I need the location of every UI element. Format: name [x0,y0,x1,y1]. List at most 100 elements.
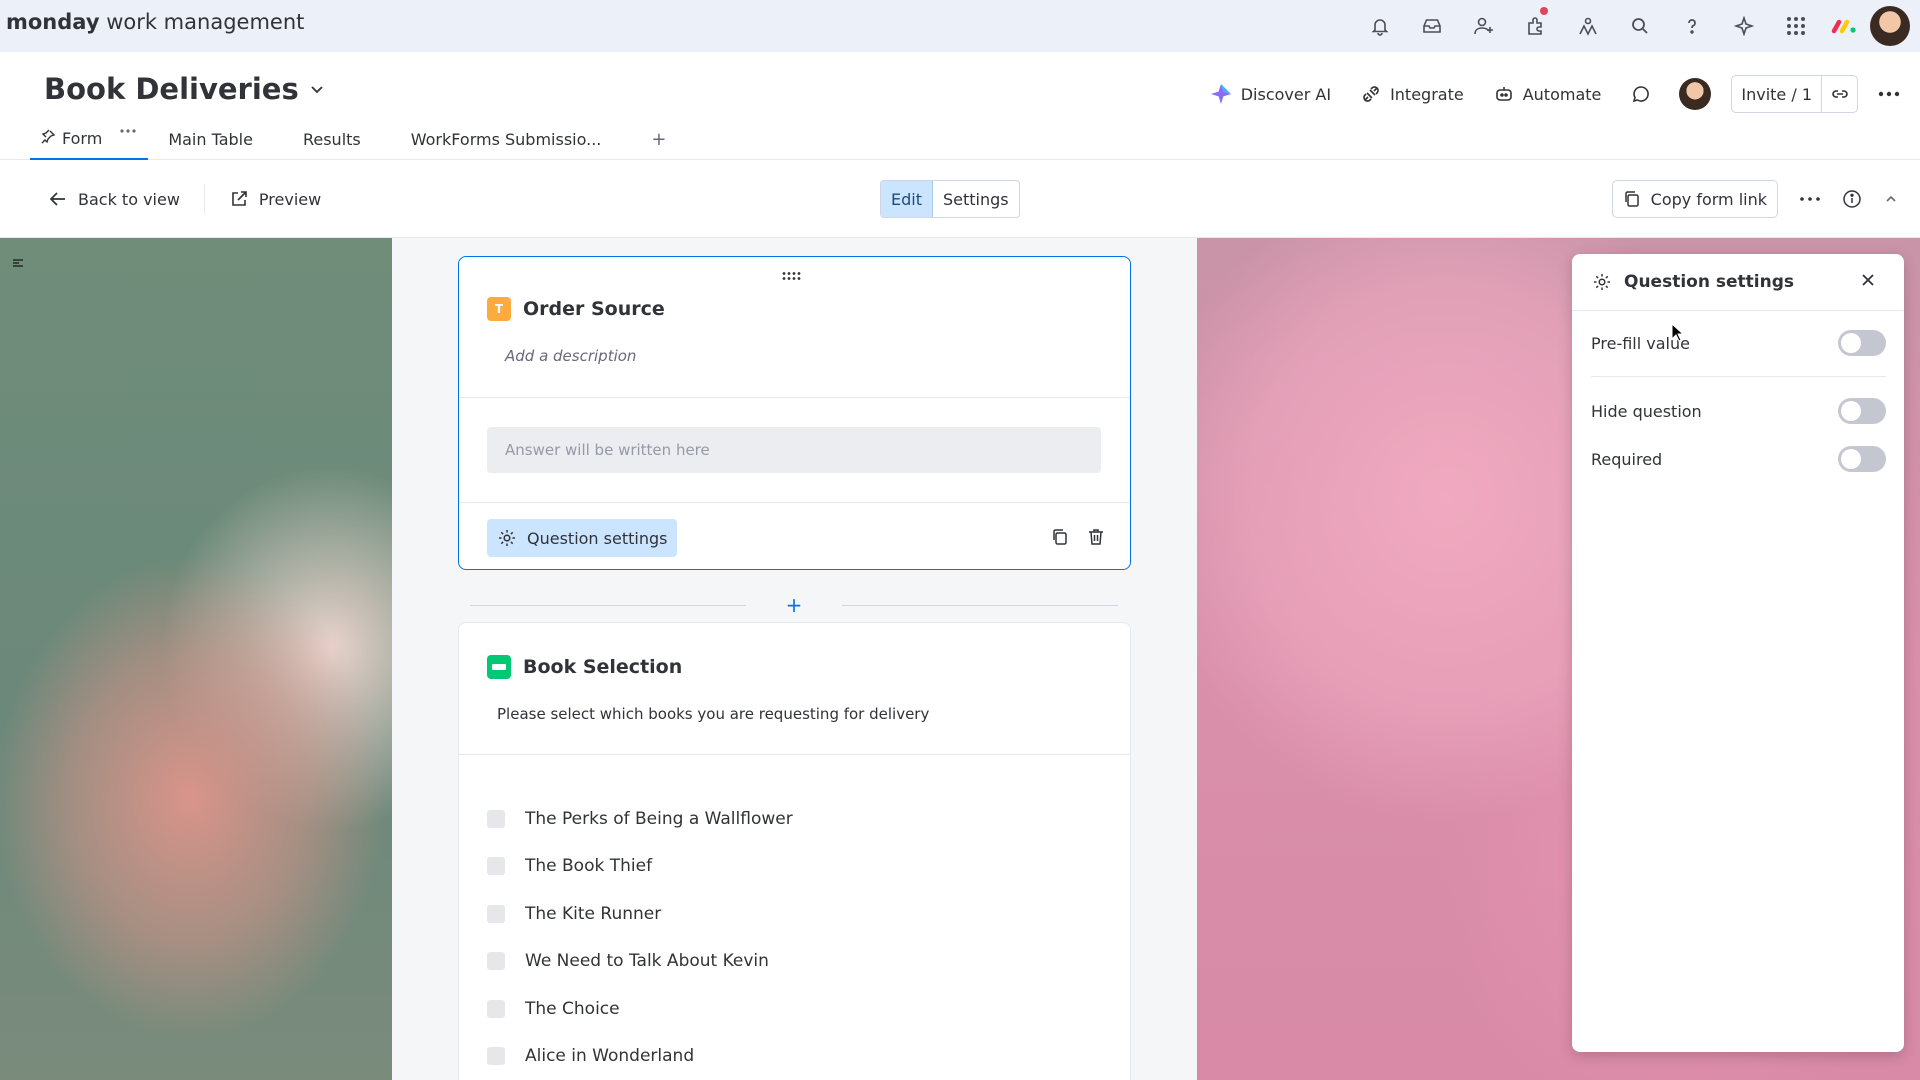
dropdown-column-icon [487,655,511,679]
toolbar-more-icon[interactable] [1800,197,1820,201]
option-item[interactable]: The Choice [487,985,793,1033]
option-item[interactable]: The Kite Runner [487,890,793,938]
drag-handle-icon[interactable] [781,271,803,281]
book-options-list: The Perks of Being a Wallflower The Book… [487,795,793,1080]
add-view-plus-icon[interactable]: + [651,124,666,154]
app-grid-icon[interactable] [1770,4,1822,48]
arrow-left-icon [49,192,65,206]
option-label: We Need to Talk About Kevin [525,951,769,972]
tab-results[interactable]: Results [303,124,361,154]
top-icons [1354,4,1910,48]
tab-more-icon[interactable] [120,129,136,133]
pin-icon [41,129,56,144]
hide-question-toggle[interactable] [1838,398,1886,424]
setting-row-hide: Hide question [1591,398,1886,424]
question-settings-button[interactable]: Question settings [487,519,678,557]
automate-button[interactable]: Automate [1494,84,1601,104]
copy-form-link-button[interactable]: Copy form link [1611,180,1778,218]
hide-question-label: Hide question [1591,401,1702,421]
form-column: T Order Source Add a description Answer … [392,238,1197,1080]
question-card-book-selection[interactable]: Book Selection Please select which books… [458,622,1131,1080]
tab-main-table[interactable]: Main Table [168,124,253,154]
gear-icon [499,530,515,546]
external-link-icon [232,191,247,206]
sidebar-toggle-icon[interactable] [12,258,24,268]
setting-row-required: Required [1591,446,1886,472]
question-settings-panel: Question settings Pre-fill value Hide qu… [1572,254,1904,1052]
panel-title: Question settings [1624,272,1794,292]
apps-marketplace-icon[interactable] [1510,4,1562,48]
prefill-value-toggle[interactable] [1838,330,1886,356]
question-title[interactable]: Book Selection [523,656,682,678]
option-item[interactable]: The Book Thief [487,843,793,891]
required-label: Required [1591,449,1663,469]
option-item[interactable]: The Perks of Being a Wallflower [487,795,793,843]
question-card-order-source[interactable]: T Order Source Add a description Answer … [458,256,1131,570]
gear-icon [1594,274,1610,290]
board-title[interactable]: Book Deliveries [44,72,325,106]
notifications-bell-icon[interactable] [1354,4,1406,48]
invite-members-icon[interactable] [1458,4,1510,48]
option-checkbox[interactable] [487,904,505,923]
tab-workforms-submissions[interactable]: WorkForms Submissio... [411,124,602,154]
card-divider [459,397,1130,398]
preview-label: Preview [258,189,322,209]
toolbar-divider [203,184,205,214]
option-checkbox[interactable] [487,999,505,1018]
updates-button[interactable] [1631,84,1651,104]
card-divider [459,502,1130,503]
option-item[interactable]: Alice in Wonderland [487,1033,793,1080]
add-question-plus-icon[interactable]: + [746,595,842,615]
form-background-left [0,238,392,1080]
sparkle-icon[interactable] [1718,4,1770,48]
more-options-icon[interactable] [1878,91,1900,97]
collapse-chevron-up-icon[interactable] [1884,192,1898,206]
inbox-icon[interactable] [1406,4,1458,48]
trash-icon[interactable] [1086,527,1106,547]
panel-header: Question settings [1592,272,1794,292]
close-icon[interactable] [1860,272,1876,288]
info-icon[interactable] [1842,189,1862,209]
tab-form[interactable]: Form [30,124,149,160]
back-to-view-label: Back to view [78,189,180,209]
option-label: The Book Thief [525,856,653,877]
edit-mode-button[interactable]: Edit [881,181,933,217]
option-checkbox[interactable] [487,1047,505,1066]
question-description[interactable]: Please select which books you are reques… [497,705,929,723]
tab-form-label: Form [62,129,103,148]
chat-bubble-icon [1633,86,1650,103]
required-toggle[interactable] [1838,446,1886,472]
question-header: T Order Source [487,297,665,321]
option-checkbox[interactable] [487,952,505,971]
copy-icon [1624,191,1639,207]
settings-mode-button[interactable]: Settings [933,181,1019,217]
invite-button[interactable]: Invite / 1 [1732,76,1821,112]
user-avatar[interactable] [1870,6,1910,46]
monday-logo-icon[interactable] [1822,4,1866,48]
back-to-view-button[interactable]: Back to view [48,189,180,209]
option-item[interactable]: We Need to Talk About Kevin [487,938,793,986]
search-icon[interactable] [1614,4,1666,48]
integrate-button[interactable]: Integrate [1361,84,1464,104]
chevron-down-icon[interactable] [309,81,325,97]
integrate-label: Integrate [1390,84,1464,104]
option-checkbox[interactable] [487,809,505,828]
question-title[interactable]: Order Source [523,298,665,320]
setting-row-prefill: Pre-fill value [1591,330,1886,356]
top-bar: monday work management [0,0,1920,52]
help-icon[interactable] [1666,4,1718,48]
add-divider-line [842,604,1118,606]
notification-dot [1540,7,1548,15]
question-description-field[interactable]: Add a description [505,347,636,365]
answer-input-placeholder: Answer will be written here [487,427,1101,473]
brand-logo[interactable]: monday work management [6,10,304,34]
option-checkbox[interactable] [487,857,505,876]
monday-ai-icon[interactable] [1562,4,1614,48]
copy-board-link-button[interactable] [1821,76,1857,112]
discover-ai-button[interactable]: Discover AI [1210,83,1331,105]
board-member-avatar[interactable] [1679,78,1712,110]
option-label: The Kite Runner [525,903,662,924]
preview-button[interactable]: Preview [229,189,321,209]
duplicate-icon[interactable] [1050,527,1070,547]
card-actions [1050,527,1106,547]
